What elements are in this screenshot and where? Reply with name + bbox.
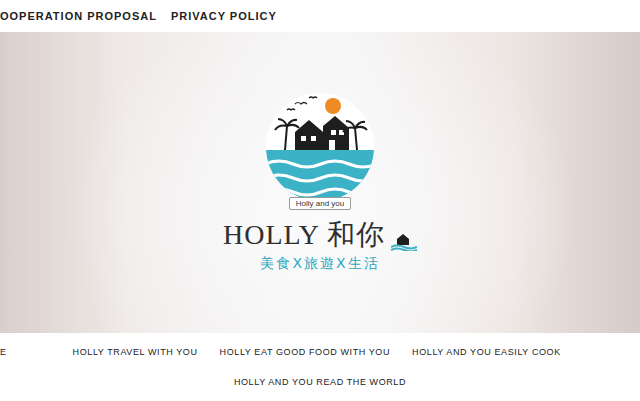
nav-row: HOLLY AND YOU READ THE WORLD bbox=[0, 377, 640, 387]
main-nav: E HOLLY TRAVEL WITH YOU HOLLY EAT GOOD FOO… bbox=[0, 333, 640, 401]
mini-logo-icon bbox=[391, 233, 417, 251]
logo-badge: Holly and you bbox=[289, 197, 351, 210]
nav-link[interactable]: E bbox=[0, 347, 7, 357]
hero-banner: Holly and you HOLLY 和你美食X旅遊X生活 bbox=[0, 32, 640, 333]
site-title[interactable]: HOLLY 和你 bbox=[223, 220, 385, 251]
logo[interactable]: Holly and you bbox=[265, 92, 375, 210]
nav-row: E HOLLY TRAVEL WITH YOU HOLLY EAT GOOD FOO… bbox=[0, 347, 640, 357]
top-bar: OOPERATION PROPOSAL PRIVACY POLICY bbox=[0, 0, 640, 32]
nav-link[interactable]: HOLLY AND YOU READ THE WORLD bbox=[234, 377, 406, 387]
nav-link[interactable]: HOLLY EAT GOOD FOOD WITH YOU bbox=[220, 347, 391, 357]
site-title-row: HOLLY 和你 bbox=[223, 220, 417, 251]
top-link[interactable]: OOPERATION PROPOSAL bbox=[0, 10, 157, 22]
site-tagline: 美食X旅遊X生活 bbox=[260, 255, 379, 273]
nav-link[interactable]: HOLLY AND YOU EASILY COOK bbox=[412, 347, 561, 357]
top-link[interactable]: PRIVACY POLICY bbox=[171, 10, 277, 22]
page: OOPERATION PROPOSAL PRIVACY POLICY Holly a… bbox=[0, 0, 640, 401]
logo-icon bbox=[265, 92, 375, 202]
nav-link[interactable]: HOLLY TRAVEL WITH YOU bbox=[73, 347, 198, 357]
